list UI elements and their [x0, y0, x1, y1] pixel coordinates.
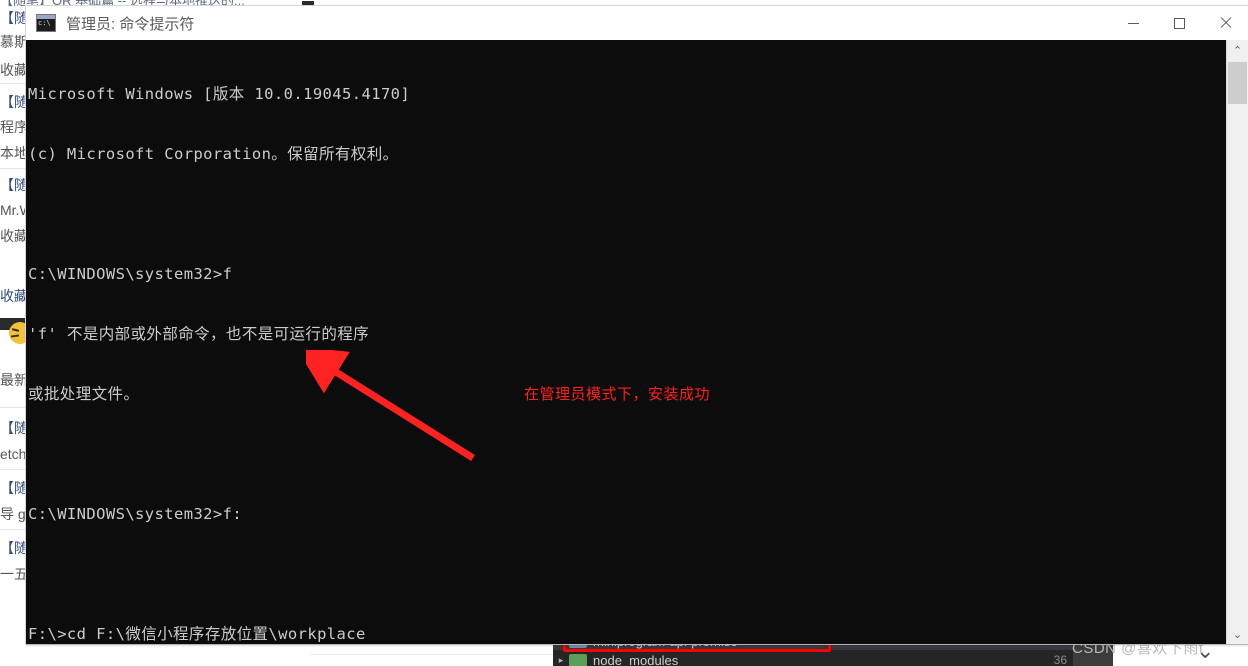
window-controls [1110, 6, 1248, 40]
terminal-line: C:\WINDOWS\system32>f: [28, 505, 243, 523]
minimize-icon [1127, 22, 1139, 24]
annotation-text: 在管理员模式下，安装成功 [524, 386, 711, 403]
scrollbar-thumb[interactable] [1228, 62, 1247, 104]
background-sidebar-item: 最新 [0, 372, 26, 388]
terminal-line: (c) Microsoft Corporation。保留所有权利。 [28, 145, 399, 163]
window-drop-shadow [26, 644, 1248, 647]
screenshot-root: 【随笔】OR 基础篇 -- 远程与本地推送的... 【随笔 慕斯 收藏 【随笔 … [0, 0, 1248, 666]
terminal-line: C:\WINDOWS\system32>f [28, 265, 233, 283]
terminal-text: Microsoft Windows [版本 10.0.19045.4170] (… [26, 44, 1226, 644]
background-sidebar-item: 【随笔 [0, 177, 26, 193]
background-sidebar-item: 程序 [0, 119, 26, 135]
background-sidebar-divider [0, 83, 26, 84]
scrollbar-track[interactable] [1227, 60, 1248, 624]
background-sidebar-item: 导 git [0, 506, 26, 522]
terminal-output-area[interactable]: Microsoft Windows [版本 10.0.19045.4170] (… [26, 40, 1226, 644]
window-title-bar[interactable]: 管理员: 命令提示符 [26, 6, 1248, 40]
scroll-down-arrow-icon[interactable]: ⌄ [1227, 624, 1248, 644]
folder-icon [569, 653, 587, 666]
close-icon [1219, 17, 1231, 29]
console-icon [36, 14, 56, 32]
maximize-button[interactable] [1156, 6, 1202, 40]
window-title: 管理员: 命令提示符 [66, 15, 195, 33]
background-sidebar-item: 收藏 [0, 62, 26, 78]
command-prompt-window: 管理员: 命令提示符 Microsoft Windows [版本 10.0.19… [26, 6, 1248, 644]
terminal-line: F:\>cd F:\微信小程序存放位置\workplace [28, 625, 366, 643]
explorer-row-label: node_modules [593, 652, 679, 666]
maximize-icon [1173, 17, 1185, 29]
background-sidebar-item: 【随笔 [0, 480, 26, 496]
background-sidebar-item: 收藏 [0, 288, 26, 304]
background-sidebar-item: 【随笔 [0, 420, 26, 436]
background-sidebar-item: 一五 [0, 566, 26, 582]
background-sidebar-item: 收藏 [0, 228, 26, 244]
background-sidebar-item: 【随笔 [0, 94, 26, 110]
explorer-row-count: 36 [1053, 653, 1067, 666]
terminal-line: 'f' 不是内部或外部命令，也不是可运行的程序 [28, 325, 370, 343]
terminal-scrollbar[interactable]: ⌃ ⌄ [1226, 40, 1248, 644]
background-sidebar-divider [0, 469, 26, 470]
background-sidebar-item: 【随笔 [0, 540, 26, 556]
background-sidebar-item: Mr.W [0, 202, 26, 218]
background-sidebar-item: 【随笔 [0, 11, 26, 26]
background-sidebar-divider [0, 407, 26, 408]
scroll-up-arrow-icon[interactable]: ⌃ [1227, 40, 1248, 60]
background-bottom-panel [0, 644, 310, 666]
background-sidebar-item: 慕斯 [0, 34, 26, 50]
terminal-line: Microsoft Windows [版本 10.0.19045.4170] [28, 85, 411, 103]
minimize-button[interactable] [1110, 6, 1156, 40]
background-sidebar-item: 本地 [0, 145, 26, 161]
explorer-row-node-modules[interactable]: ▸ node_modules 36 [553, 651, 1113, 666]
background-sidebar-item: etch [0, 446, 26, 462]
close-button[interactable] [1202, 6, 1248, 40]
background-sidebar-divider [0, 529, 26, 530]
chevron-right-icon[interactable]: ▸ [553, 655, 569, 666]
background-sidebar-divider [0, 168, 26, 169]
